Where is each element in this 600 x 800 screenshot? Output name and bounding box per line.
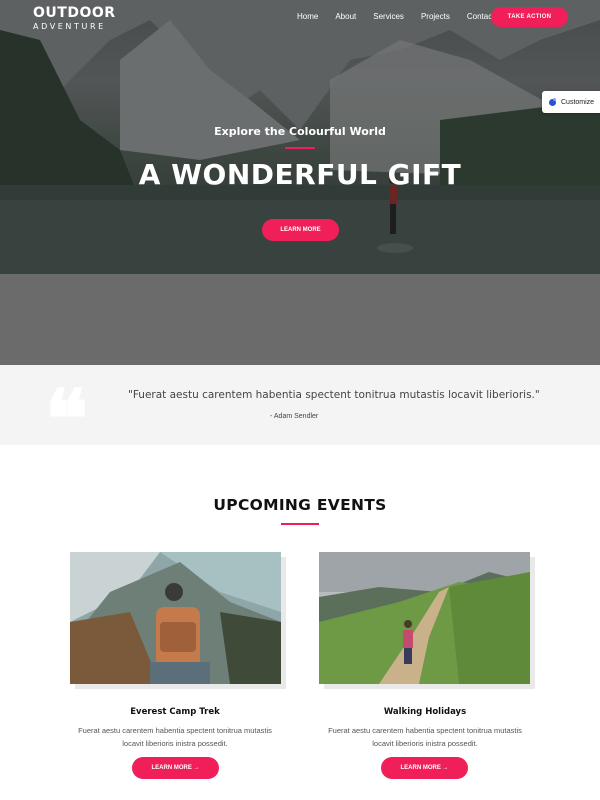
quote-icon: ❝	[45, 372, 89, 466]
hero-subtitle: Explore the Colourful World	[214, 125, 386, 138]
grey-band	[0, 274, 600, 365]
testimonial-quote: "Fuerat aestu carentem habentia spectent…	[128, 389, 540, 401]
site-logo[interactable]: OUTDOOR ADVENTURE	[33, 6, 116, 31]
event-learn-more-button-walking[interactable]: LEARN MORE →	[381, 757, 468, 779]
event-description-walking: Fuerat aestu carentem habentia spectent …	[310, 724, 540, 750]
event-description-everest: Fuerat aestu carentem habentia spectent …	[60, 724, 290, 750]
events-heading: UPCOMING EVENTS	[213, 496, 387, 514]
customize-button[interactable]: Customize	[542, 91, 600, 113]
event-title-everest: Everest Camp Trek	[130, 707, 220, 717]
take-action-button[interactable]: TAKE ACTION	[491, 7, 568, 27]
event-learn-more-button-everest[interactable]: LEARN MORE →	[132, 757, 219, 779]
hero-title: A WONDERFUL GIFT	[138, 158, 462, 191]
event-title-walking: Walking Holidays	[383, 707, 467, 717]
testimonial-author: - Adam Sendler	[270, 413, 319, 420]
hero-learn-more-button[interactable]: LEARN MORE	[262, 219, 339, 241]
event-description-line: locavit liberioris inistra possedit.	[122, 739, 228, 748]
logo-line-2: ADVENTURE	[33, 22, 106, 31]
event-description-line: Fuerat aestu carentem habentia spectent …	[78, 726, 272, 735]
nav-about[interactable]: About	[335, 12, 356, 21]
testimonial-section	[0, 365, 600, 445]
events-divider	[281, 523, 319, 525]
palette-icon	[549, 97, 556, 106]
event-image-walking[interactable]	[319, 552, 530, 684]
event-description-line: Fuerat aestu carentem habentia spectent …	[328, 726, 522, 735]
nav-home[interactable]: Home	[297, 12, 318, 21]
nav-services[interactable]: Services	[373, 12, 404, 21]
main-navigation: Home About Services Projects Contact	[297, 12, 511, 21]
event-description-line: locavit liberioris inistra possedit.	[372, 739, 478, 748]
hero-divider	[285, 147, 315, 149]
logo-line-1: OUTDOOR	[33, 5, 116, 21]
customize-label: Customize	[561, 98, 595, 106]
nav-projects[interactable]: Projects	[421, 12, 450, 21]
event-image-everest[interactable]	[70, 552, 281, 684]
